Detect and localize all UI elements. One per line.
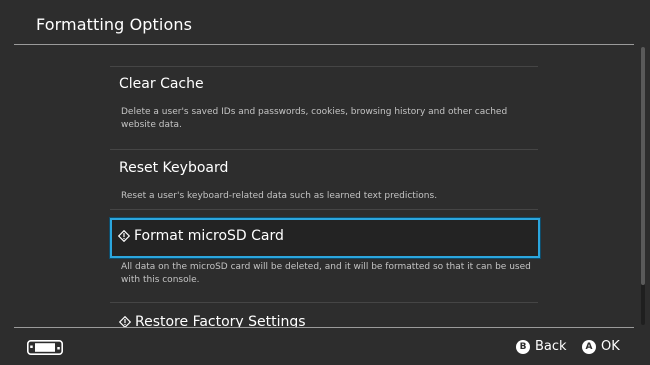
option-title: Format microSD Card <box>134 228 284 244</box>
option-description: Reset a user's keyboard-related data suc… <box>121 191 438 201</box>
ok-hint[interactable]: A OK <box>582 339 620 354</box>
warning-diamond-icon <box>117 229 131 243</box>
scrollbar[interactable] <box>641 47 645 325</box>
back-label: Back <box>535 339 567 354</box>
b-button-icon: B <box>516 339 530 354</box>
list-divider <box>110 209 538 210</box>
option-description: Delete a user's saved IDs and passwords,… <box>121 107 508 130</box>
option-title: Reset Keyboard <box>119 160 229 176</box>
option-format-microsd[interactable]: Format microSD Card <box>110 218 540 258</box>
list-divider <box>110 149 538 150</box>
handheld-console-icon <box>27 340 64 359</box>
option-title: Restore Factory Settings <box>135 314 306 327</box>
footer: B Back A OK <box>0 328 650 365</box>
options-list: Clear Cache Delete a user's saved IDs an… <box>0 45 650 327</box>
scrollbar-thumb[interactable] <box>641 47 645 285</box>
ok-label: OK <box>601 339 620 354</box>
header: Formatting Options <box>0 0 650 45</box>
option-description: All data on the microSD card will be del… <box>121 262 531 285</box>
warning-diamond-icon <box>118 315 132 327</box>
option-title: Clear Cache <box>119 76 204 92</box>
list-divider <box>110 302 538 303</box>
back-hint[interactable]: B Back <box>516 339 567 354</box>
page-title: Formatting Options <box>36 15 193 34</box>
option-restore-factory-settings[interactable]: Restore Factory Settings <box>118 314 306 327</box>
list-divider <box>110 66 538 67</box>
a-button-icon: A <box>582 339 596 354</box>
